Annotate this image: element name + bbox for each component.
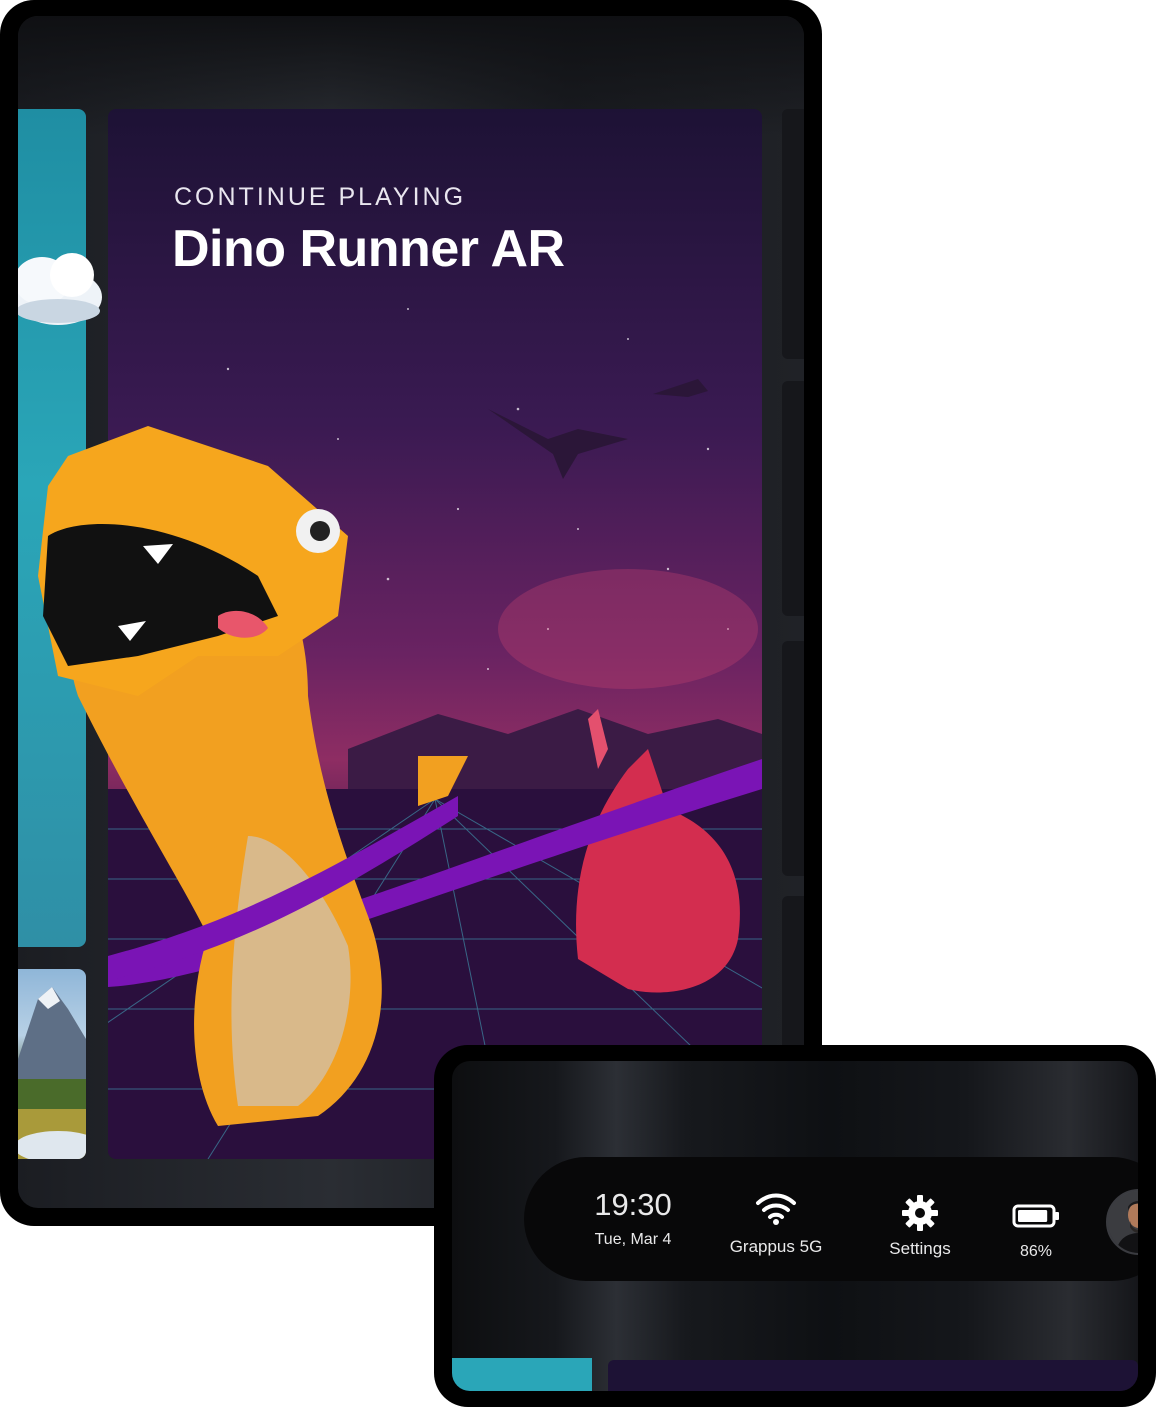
settings-label[interactable]: Settings xyxy=(874,1239,966,1259)
clock-time[interactable]: 19:30 xyxy=(568,1187,698,1223)
user-avatar-image xyxy=(1108,1191,1138,1253)
hero-card-edge xyxy=(608,1360,1138,1391)
app-card-edge xyxy=(452,1358,592,1391)
wifi-icon[interactable] xyxy=(754,1191,798,1225)
gear-icon[interactable] xyxy=(900,1193,940,1233)
battery-percentage: 86% xyxy=(1019,1243,1053,1260)
status-screen: 19:30 Tue, Mar 4 Grappus 5G Settings 86% xyxy=(452,1061,1138,1391)
battery-icon[interactable] xyxy=(1012,1203,1060,1229)
main-device-frame: CONTINUE PLAYING Dino Runner AR xyxy=(0,0,822,1226)
orange-dino-character xyxy=(38,426,468,1126)
wifi-network-label: Grappus 5G xyxy=(729,1237,823,1256)
status-bar-device-frame: 19:30 Tue, Mar 4 Grappus 5G Settings 86% xyxy=(434,1045,1156,1407)
avatar[interactable] xyxy=(1106,1189,1138,1255)
clock-date: Tue, Mar 4 xyxy=(594,1231,672,1248)
main-screen: CONTINUE PLAYING Dino Runner AR xyxy=(18,16,804,1208)
system-status-bar: 19:30 Tue, Mar 4 Grappus 5G Settings 86% xyxy=(524,1157,1138,1281)
